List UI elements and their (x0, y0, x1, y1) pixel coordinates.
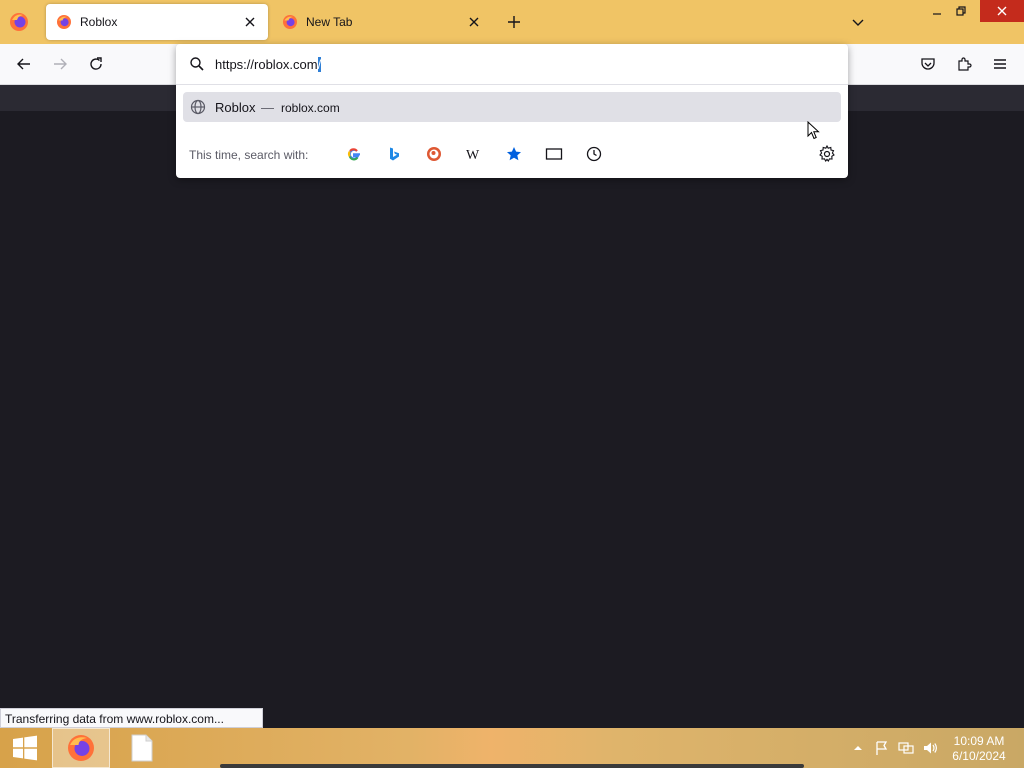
suggestion-roblox[interactable]: Roblox — roblox.com (183, 92, 841, 122)
bookmarks-star-icon[interactable] (504, 144, 524, 164)
duckduckgo-icon[interactable] (424, 144, 444, 164)
search-with-label: This time, search with: (189, 148, 309, 162)
tab-roblox[interactable]: Roblox (46, 4, 268, 40)
close-tab-icon[interactable] (242, 14, 258, 30)
new-tab-plus-icon[interactable] (504, 12, 524, 32)
close-window-icon[interactable] (980, 0, 1024, 22)
svg-text:W: W (466, 148, 480, 161)
firefox-view-icon[interactable] (8, 11, 30, 33)
tab-strip: Roblox New Tab (0, 0, 1024, 44)
close-tab-icon[interactable] (466, 14, 482, 30)
tab-title: New Tab (306, 15, 353, 29)
urlbar-dropdown: https://roblox.com/ Roblox — roblox.com … (176, 44, 848, 178)
volume-icon[interactable] (922, 740, 938, 756)
network-icon[interactable] (898, 740, 914, 756)
globe-icon (190, 99, 206, 115)
clock-time: 10:09 AM (953, 734, 1005, 748)
pocket-icon[interactable] (918, 54, 938, 74)
url-input[interactable]: https://roblox.com/ (176, 44, 848, 85)
tab-title: Roblox (80, 15, 118, 29)
chevron-down-icon[interactable] (848, 12, 868, 32)
restore-window-icon[interactable] (944, 0, 978, 22)
taskbar-file-icon[interactable] (118, 728, 166, 768)
google-icon[interactable] (344, 144, 364, 164)
mouse-cursor-icon (807, 120, 821, 141)
firefox-icon (56, 14, 72, 30)
gear-icon[interactable] (817, 144, 837, 164)
forward-arrow-icon[interactable] (50, 54, 70, 74)
flag-icon[interactable] (874, 740, 890, 756)
system-clock[interactable]: 10:09 AM 6/10/2024 (944, 734, 1014, 764)
suggestion-title: Roblox (215, 100, 256, 115)
extensions-icon[interactable] (954, 54, 974, 74)
status-panel: Transferring data from www.roblox.com... (0, 708, 263, 728)
reload-icon[interactable] (86, 54, 106, 74)
bing-icon[interactable] (384, 144, 404, 164)
hamburger-menu-icon[interactable] (990, 54, 1010, 74)
tabs-icon[interactable] (544, 144, 564, 164)
suggestion-url: roblox.com (281, 101, 340, 115)
taskbar-firefox-icon[interactable] (52, 728, 110, 768)
url-selection: / (317, 57, 322, 72)
firefox-icon (282, 14, 298, 30)
windows-start-icon[interactable] (0, 728, 50, 768)
suggestion-separator: — (261, 100, 274, 115)
chevron-up-icon[interactable] (850, 740, 866, 756)
wikipedia-icon[interactable]: W (464, 144, 484, 164)
url-text: https://roblox.com/ (215, 57, 322, 72)
search-icon (189, 56, 205, 72)
clock-date: 6/10/2024 (952, 749, 1006, 763)
tab-new-tab[interactable]: New Tab (272, 4, 492, 40)
taskbar: 10:09 AM 6/10/2024 (0, 728, 1024, 768)
back-arrow-icon[interactable] (14, 54, 34, 74)
history-clock-icon[interactable] (584, 144, 604, 164)
taskbar-divider (220, 764, 804, 768)
